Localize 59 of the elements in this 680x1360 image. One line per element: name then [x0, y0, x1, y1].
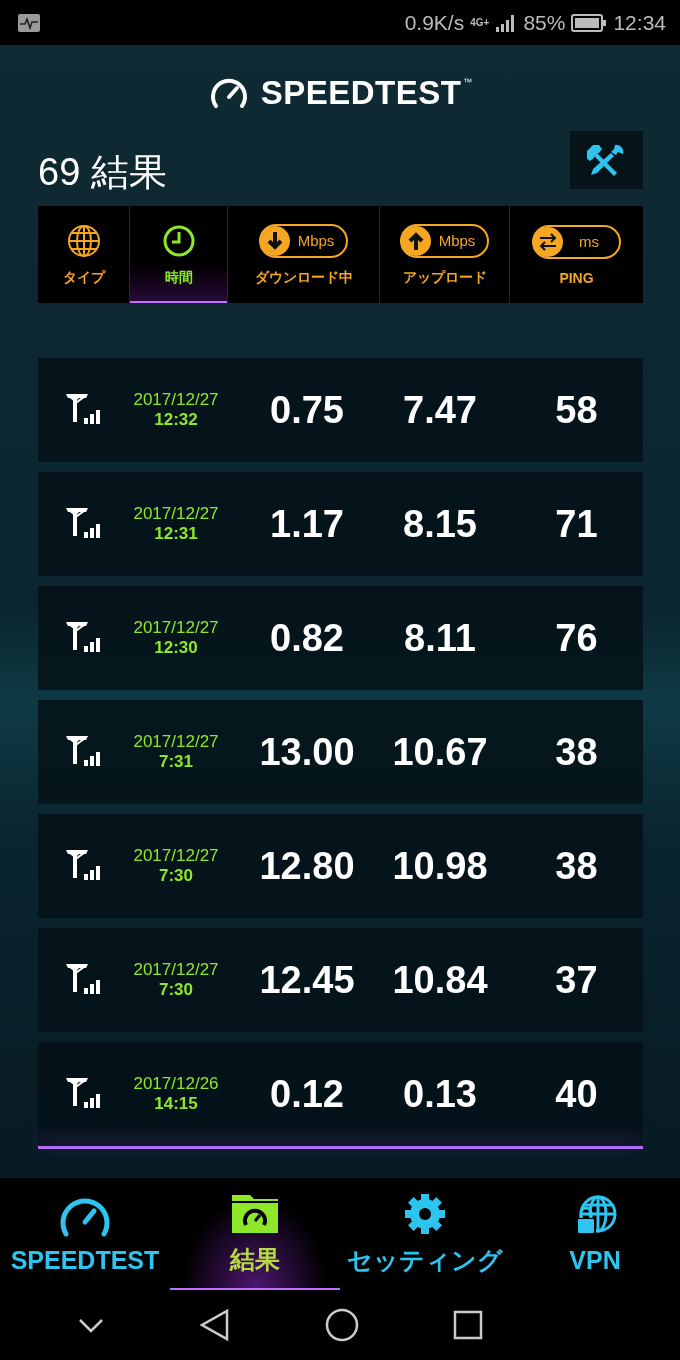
download-value: 0.75 — [270, 388, 344, 432]
test-date: 2017/12/27 — [133, 846, 219, 866]
upload-value: 7.47 — [403, 388, 477, 432]
ping-value: 40 — [555, 1072, 598, 1116]
test-date: 2017/12/27 — [133, 390, 219, 410]
column-tab[interactable]: Mbps ダウンロード中 — [228, 206, 380, 303]
ping-value: 71 — [555, 502, 598, 546]
upload-value: 8.11 — [404, 616, 476, 660]
result-row[interactable]: 2017/12/26 14:15 0.12 0.13 40 — [38, 1042, 643, 1146]
result-row[interactable]: 2017/12/27 12:31 1.17 8.15 71 — [38, 472, 643, 576]
unit-label: Mbps — [437, 232, 477, 249]
column-tab[interactable]: Mbps アップロード — [380, 206, 510, 303]
column-tab[interactable]: ms PING — [510, 206, 643, 303]
ping-value: 38 — [555, 844, 598, 888]
nav-tab[interactable]: VPN — [510, 1178, 680, 1290]
results-title: 69 結果 — [38, 149, 167, 195]
upload-value: 10.67 — [392, 730, 488, 774]
download-value: 0.82 — [270, 616, 344, 660]
ping-value: 58 — [555, 388, 598, 432]
download-value: 12.80 — [259, 844, 355, 888]
test-date: 2017/12/26 — [133, 1074, 219, 1094]
test-time: 7:30 — [159, 980, 193, 1000]
test-time: 7:30 — [159, 866, 193, 886]
result-row[interactable]: 2017/12/27 12:32 0.75 7.47 58 — [38, 358, 643, 462]
ping-value: 37 — [555, 958, 598, 1002]
battery-level: 85% — [523, 10, 566, 35]
trademark-mark: ™ — [463, 77, 473, 87]
ping-value: 38 — [555, 730, 598, 774]
unit-label: Mbps — [296, 232, 336, 249]
network-speed: 0.9K/s — [404, 10, 465, 35]
upload-value: 8.15 — [403, 502, 477, 546]
test-date: 2017/12/27 — [133, 618, 219, 638]
test-time: 7:31 — [159, 752, 193, 772]
upload-value: 10.98 — [392, 844, 488, 888]
nav-tab[interactable]: セッティング — [340, 1178, 510, 1290]
unit-label: ms — [578, 233, 600, 250]
result-row[interactable]: 2017/12/27 12:30 0.82 8.11 76 — [38, 586, 643, 690]
nav-tab[interactable]: SPEEDTEST — [0, 1178, 170, 1290]
network-type: 4G+ — [470, 17, 490, 28]
test-date: 2017/12/27 — [133, 960, 219, 980]
test-date: 2017/12/27 — [133, 732, 219, 752]
test-date: 2017/12/27 — [133, 504, 219, 524]
test-time: 12:31 — [154, 524, 198, 544]
ping-value: 76 — [555, 616, 598, 660]
result-row[interactable]: 2017/12/27 7:31 13.00 10.67 38 — [38, 700, 643, 804]
clock-time: 12:34 — [613, 10, 666, 35]
result-row[interactable]: 2017/12/27 7:30 12.45 10.84 37 — [38, 928, 643, 1032]
download-value: 13.00 — [259, 730, 355, 774]
test-time: 12:30 — [154, 638, 198, 658]
logo-text: SPEEDTEST — [260, 74, 462, 112]
column-tab[interactable]: 時間 — [130, 206, 228, 303]
test-time: 14:15 — [154, 1094, 198, 1114]
test-time: 12:32 — [154, 410, 198, 430]
result-row[interactable]: 2017/12/27 7:30 12.80 10.98 38 — [38, 814, 643, 918]
upload-value: 0.13 — [403, 1072, 477, 1116]
upload-value: 10.84 — [392, 958, 488, 1002]
download-value: 0.12 — [270, 1072, 344, 1116]
download-value: 12.45 — [259, 958, 355, 1002]
download-value: 1.17 — [270, 502, 344, 546]
